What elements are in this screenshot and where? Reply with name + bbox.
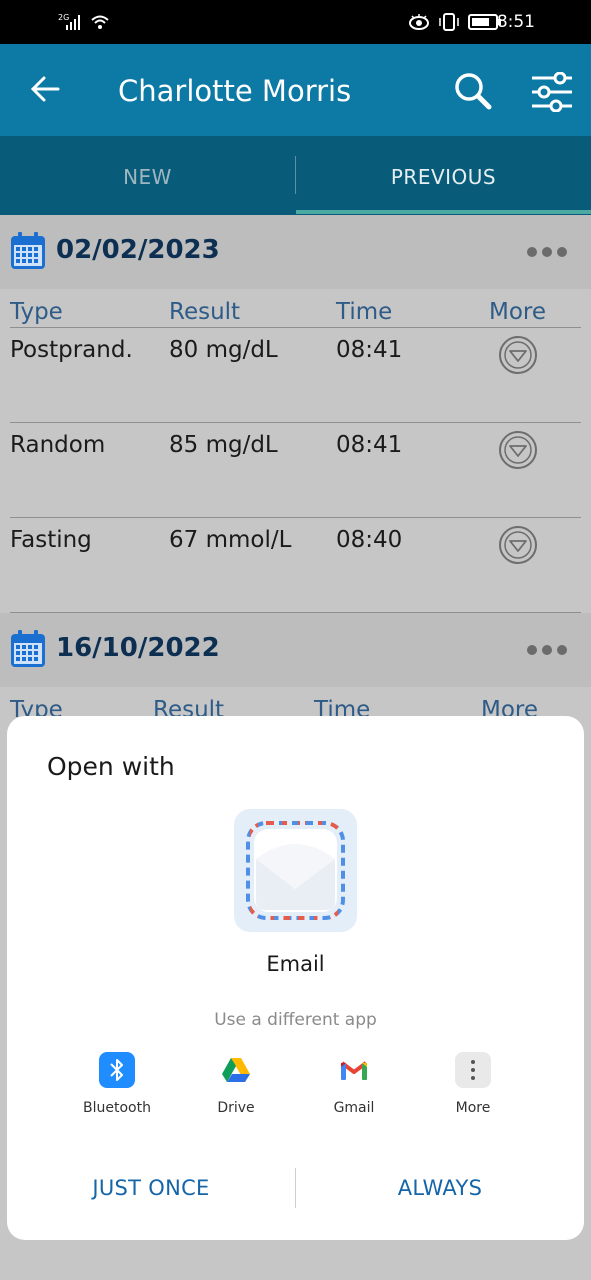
date-header: 02/02/2023	[0, 215, 591, 289]
app-option-bluetooth[interactable]: Bluetooth	[58, 1052, 176, 1116]
more-options-icon[interactable]	[526, 245, 568, 263]
gmail-icon	[336, 1052, 372, 1088]
row-result: 67 mmol/L	[169, 527, 292, 553]
signal-icon: 2G	[58, 12, 114, 37]
row-type: Fasting	[10, 527, 92, 553]
more-vert-icon	[455, 1052, 491, 1088]
app-option-drive[interactable]: Drive	[177, 1052, 295, 1116]
column-type: Type	[10, 299, 63, 325]
drive-icon	[218, 1052, 254, 1088]
svg-text:2G: 2G	[58, 13, 69, 22]
row-result: 80 mg/dL	[169, 337, 278, 363]
vibrate-icon	[439, 13, 459, 31]
different-app-label: Use a different app	[214, 1010, 377, 1030]
expand-chevron-icon[interactable]	[498, 335, 538, 380]
page-title: Charlotte Morris	[118, 74, 352, 108]
search-icon[interactable]	[452, 70, 494, 117]
default-app-label: Email	[266, 952, 325, 976]
tab-new[interactable]: NEW	[0, 136, 295, 215]
bluetooth-icon	[99, 1052, 135, 1088]
tab-indicator	[296, 210, 591, 214]
status-bar: 2G 8:51	[0, 0, 591, 44]
table-row: Fasting 67 mmol/L 08:40	[0, 517, 591, 611]
row-time: 08:40	[336, 527, 403, 553]
tab-previous[interactable]: PREVIOUS	[296, 136, 591, 215]
table-row: Postprand. 80 mg/dL 08:41	[0, 327, 591, 421]
filter-sliders-icon[interactable]	[530, 71, 574, 117]
just-once-button[interactable]: JUST ONCE	[7, 1168, 295, 1208]
app-option-label: Gmail	[333, 1100, 375, 1116]
app-bar: Charlotte Morris	[0, 44, 591, 136]
expand-chevron-icon[interactable]	[498, 525, 538, 570]
eye-icon	[409, 14, 429, 30]
open-with-sheet: Open with Email Use a different app Blue…	[7, 716, 584, 1240]
row-type: Postprand.	[10, 337, 133, 363]
sheet-title: Open with	[47, 752, 175, 781]
row-time: 08:41	[336, 432, 403, 458]
column-result: Result	[169, 299, 241, 325]
column-headers: Type Result Time More	[0, 293, 591, 329]
tab-bar: NEW PREVIOUS	[0, 136, 591, 215]
app-option-more[interactable]: More	[414, 1052, 532, 1116]
calendar-icon	[10, 629, 46, 674]
row-type: Random	[10, 432, 106, 458]
more-options-icon[interactable]	[526, 643, 568, 661]
column-time: Time	[336, 299, 393, 325]
app-option-gmail[interactable]: Gmail	[295, 1052, 413, 1116]
always-button[interactable]: ALWAYS	[296, 1168, 584, 1208]
expand-chevron-icon[interactable]	[498, 430, 538, 475]
date-header: 16/10/2022	[0, 613, 591, 687]
calendar-icon	[10, 231, 46, 276]
app-option-label: Bluetooth	[83, 1100, 151, 1116]
back-arrow-icon[interactable]	[28, 72, 62, 111]
email-app-icon[interactable]	[234, 809, 357, 932]
column-more: More	[489, 299, 547, 325]
clock: 8:51	[496, 12, 535, 32]
table-row: Random 85 mg/dL 08:41	[0, 422, 591, 516]
app-option-label: More	[455, 1100, 491, 1116]
row-time: 08:41	[336, 337, 403, 363]
record-date: 16/10/2022	[56, 633, 220, 663]
app-option-label: Drive	[217, 1100, 255, 1116]
row-result: 85 mg/dL	[169, 432, 278, 458]
record-date: 02/02/2023	[56, 235, 220, 265]
